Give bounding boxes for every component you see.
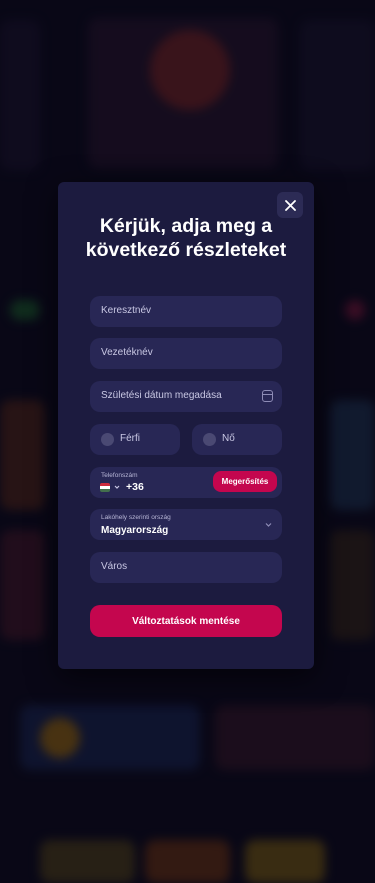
modal-title: Kérjük, adja meg a következő részleteket (85, 215, 287, 261)
country-label: Lakóhely szerinti ország (101, 514, 171, 521)
birth-date-placeholder: Születési dátum megadása (101, 390, 222, 401)
gender-option-male[interactable]: Férfi (90, 424, 180, 455)
chevron-down-icon (265, 523, 272, 527)
last-name-placeholder: Vezetéknév (101, 347, 153, 358)
country-select[interactable]: Lakóhely szerinti ország Magyarország (90, 509, 282, 540)
phone-country-selector[interactable]: +36 (100, 481, 144, 493)
verify-phone-button[interactable]: Megerősítés (213, 471, 277, 492)
hungary-flag-icon (100, 482, 110, 492)
dial-code: +36 (126, 481, 144, 493)
birth-date-field[interactable]: Születési dátum megadása (90, 381, 282, 412)
calendar-icon[interactable] (262, 390, 273, 402)
save-changes-button[interactable]: Változtatások mentése (90, 605, 282, 637)
country-value: Magyarország (101, 525, 169, 536)
personal-details-modal: Kérjük, adja meg a következő részleteket… (58, 182, 314, 669)
city-field[interactable]: Város (90, 552, 282, 583)
gender-male-label: Férfi (120, 433, 140, 444)
city-placeholder: Város (101, 561, 128, 572)
gender-option-female[interactable]: Nő (192, 424, 282, 455)
radio-female[interactable] (203, 433, 216, 446)
close-icon (284, 199, 296, 211)
first-name-placeholder: Keresztnév (101, 305, 152, 316)
phone-field[interactable]: Telefonszám +36 Megerősítés (90, 467, 282, 498)
first-name-field[interactable]: Keresztnév (90, 296, 282, 327)
chevron-down-icon (114, 485, 120, 489)
phone-label: Telefonszám (101, 472, 138, 479)
gender-female-label: Nő (222, 433, 235, 444)
last-name-field[interactable]: Vezetéknév (90, 338, 282, 369)
radio-male[interactable] (101, 433, 114, 446)
